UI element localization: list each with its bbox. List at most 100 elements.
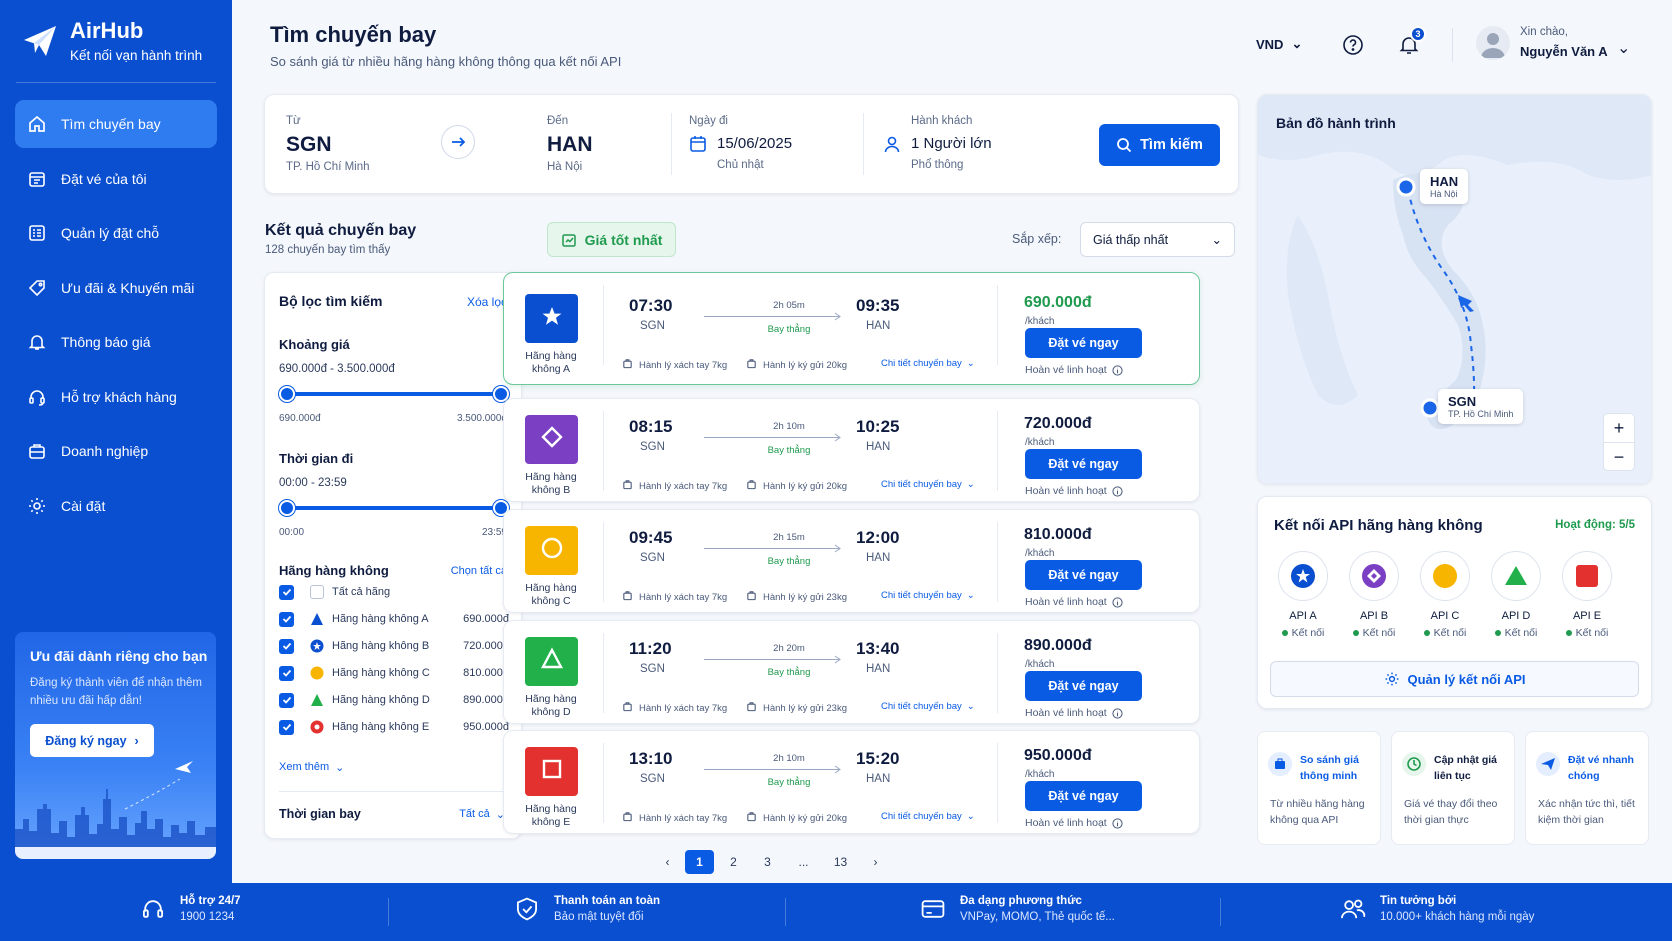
luggage-icon xyxy=(746,479,757,493)
select-all-link[interactable]: Chọn tất cả xyxy=(451,565,507,577)
sort-select[interactable]: Giá thấp nhất ⌄ xyxy=(1080,222,1235,257)
checkbox-unchecked[interactable] xyxy=(310,585,324,599)
stops-label: Bay thẳng xyxy=(767,445,811,456)
passenger-field[interactable]: 1 Người lớn xyxy=(911,135,992,152)
airline-filter-row[interactable]: Hãng hàng không D 890.000đ xyxy=(279,689,509,711)
flight-details-link[interactable]: Chi tiết chuyến bay ⌄ xyxy=(881,811,975,822)
zoom-out-button[interactable]: − xyxy=(1604,443,1634,471)
flight-details-link[interactable]: Chi tiết chuyến bay ⌄ xyxy=(881,701,975,712)
checkbox-checked[interactable] xyxy=(279,665,294,681)
notification-badge: 3 xyxy=(1410,26,1426,42)
flight-details-link[interactable]: Chi tiết chuyến bay ⌄ xyxy=(881,590,975,601)
book-now-button[interactable]: Đặt vé ngay xyxy=(1025,671,1142,701)
search-button[interactable]: Tìm kiếm xyxy=(1099,124,1220,166)
book-now-button[interactable]: Đặt vé ngay xyxy=(1025,449,1142,479)
checkbox-checked[interactable] xyxy=(279,719,294,735)
airline-filter-row[interactable]: Hãng hàng không E 950.000đ xyxy=(279,716,509,738)
book-now-button[interactable]: Đặt vé ngay xyxy=(1025,328,1142,358)
sidebar-item-my-bookings[interactable]: Đặt vé của tôi xyxy=(15,155,217,203)
from-airport[interactable]: SGN xyxy=(286,133,332,157)
checkbox-checked[interactable] xyxy=(279,611,294,627)
airline-filter-row[interactable]: Hãng hàng không A 690.000đ xyxy=(279,608,509,630)
sidebar-item-price-alerts[interactable]: Thông báo giá xyxy=(15,318,217,366)
route-line xyxy=(704,316,840,317)
sidebar-item-label: Tìm chuyến bay xyxy=(61,116,161,132)
footer-bar: Hỗ trợ 24/7 1900 1234 Thanh toán an toàn B… xyxy=(0,883,1672,941)
flight-time-select[interactable]: Tất cả ⌄ xyxy=(459,808,505,821)
page-button[interactable]: 2 xyxy=(719,850,748,874)
next-page-button[interactable]: › xyxy=(861,850,890,874)
user-menu-chevron-icon[interactable]: ⌄ xyxy=(1617,38,1630,58)
avatar[interactable] xyxy=(1476,26,1510,60)
book-now-button[interactable]: Đặt vé ngay xyxy=(1025,560,1142,590)
sidebar-item-support[interactable]: Hỗ trợ khách hàng xyxy=(15,373,217,421)
user-name[interactable]: Nguyễn Văn A xyxy=(1520,44,1608,59)
flight-card[interactable]: Hãng hàng không C 09:45 SGN 2h 15m Bay thẳng… xyxy=(503,509,1200,613)
flight-card[interactable]: Hãng hàng không A 07:30 SGN 2h 05m Bay thẳng… xyxy=(503,272,1200,385)
api-connection-e[interactable]: API E Kết nối xyxy=(1557,551,1617,639)
route-map[interactable]: Bản đồ hành trình HAN Hà Nội SGN TP. Hồ … xyxy=(1257,94,1652,484)
flight-card[interactable]: Hãng hàng không E 13:10 SGN 2h 10m Bay thẳng… xyxy=(503,730,1200,834)
footer-sub: 10.000+ khách hàng mỗi ngày xyxy=(1380,911,1535,923)
api-connection-d[interactable]: API D Kết nối xyxy=(1486,551,1546,639)
sidebar-item-settings[interactable]: Cài đặt xyxy=(15,482,217,530)
help-icon[interactable] xyxy=(1342,34,1364,56)
refund-label: Hoàn vé linh hoạt xyxy=(1025,364,1107,376)
flight-card[interactable]: Hãng hàng không D 11:20 SGN 2h 20m Bay thẳng… xyxy=(503,620,1200,724)
from-label: Từ xyxy=(286,115,301,127)
page-button[interactable]: 3 xyxy=(753,850,782,874)
info-icon xyxy=(1112,485,1123,497)
info-icon xyxy=(1112,596,1123,608)
api-title: Kết nối API hãng hàng không xyxy=(1274,517,1483,534)
book-now-button[interactable]: Đặt vé ngay xyxy=(1025,781,1142,811)
api-connection-b[interactable]: API B Kết nối xyxy=(1344,551,1404,639)
page-button[interactable]: 1 xyxy=(685,850,714,874)
check-icon xyxy=(282,669,291,677)
route-line xyxy=(704,548,840,549)
api-connection-a[interactable]: API A Kết nối xyxy=(1273,551,1333,639)
checkbox-checked[interactable] xyxy=(279,584,294,600)
currency-select[interactable]: VND ⌄ xyxy=(1256,36,1302,52)
manage-api-button[interactable]: Quản lý kết nối API xyxy=(1270,661,1639,697)
card-divider xyxy=(997,743,998,823)
feature-desc: Từ nhiều hãng hàng không qua API xyxy=(1270,798,1365,826)
flight-card[interactable]: Hãng hàng không B 08:15 SGN 2h 10m Bay thẳng… xyxy=(503,398,1200,502)
to-airport[interactable]: HAN xyxy=(547,133,593,157)
sidebar-item-search-flights[interactable]: Tìm chuyến bay xyxy=(15,100,217,148)
sidebar-item-manage-bookings[interactable]: Quản lý đặt chỗ xyxy=(15,209,217,257)
departure-time: 09:45 xyxy=(629,528,673,547)
departure-airport: SGN xyxy=(640,773,665,785)
swap-route-button[interactable] xyxy=(441,125,475,159)
origin-pin[interactable]: SGN TP. Hồ Chí Minh xyxy=(1438,389,1524,424)
airline-filter-row[interactable]: Hãng hàng không B 720.000đ xyxy=(279,635,509,657)
show-more-link[interactable]: Xem thêm ⌄ xyxy=(279,761,344,774)
checkbox-checked[interactable] xyxy=(279,692,294,708)
page-button[interactable]: 13 xyxy=(826,850,855,874)
luggage-icon xyxy=(746,811,757,825)
prev-page-button[interactable]: ‹ xyxy=(653,850,682,874)
feature-title: Đặt vé nhanh chóng xyxy=(1568,754,1634,782)
flight-details-link[interactable]: Chi tiết chuyến bay ⌄ xyxy=(881,479,975,490)
zoom-in-button[interactable]: + xyxy=(1604,414,1634,443)
sidebar-item-promotions[interactable]: Ưu đãi & Khuyến mãi xyxy=(15,264,217,312)
date-field[interactable]: 15/06/2025 xyxy=(717,135,792,152)
departure-airport: SGN xyxy=(640,441,665,453)
flight-details-link[interactable]: Chi tiết chuyến bay ⌄ xyxy=(881,358,975,369)
brand-logo[interactable]: AirHub Kết nối vạn hành trình xyxy=(22,18,202,63)
clear-filter-link[interactable]: Xóa lọc xyxy=(467,295,507,309)
airline-filter-row[interactable]: Tất cả hãng xyxy=(279,581,509,603)
triangle-icon xyxy=(1505,566,1527,585)
best-price-tab[interactable]: Giá tốt nhất xyxy=(547,222,676,257)
api-connection-c[interactable]: API C Kết nối xyxy=(1415,551,1475,639)
sidebar-item-business[interactable]: Doanh nghiệp xyxy=(15,427,217,475)
checkbox-checked[interactable] xyxy=(279,638,294,654)
show-more-label: Xem thêm xyxy=(279,761,330,773)
hand-baggage-label: Hành lý xách tay 7kg xyxy=(639,702,728,714)
airline-filter-row[interactable]: Hãng hàng không C 810.000đ xyxy=(279,662,509,684)
destination-pin[interactable]: HAN Hà Nội xyxy=(1420,169,1469,204)
time-min-handle[interactable] xyxy=(279,500,295,516)
sidebar-item-label: Ưu đãi & Khuyến mãi xyxy=(61,279,195,296)
price-min-handle[interactable] xyxy=(279,386,295,402)
dest-city: Hà Nội xyxy=(1430,189,1458,199)
price-unit: /khách xyxy=(1025,316,1055,327)
